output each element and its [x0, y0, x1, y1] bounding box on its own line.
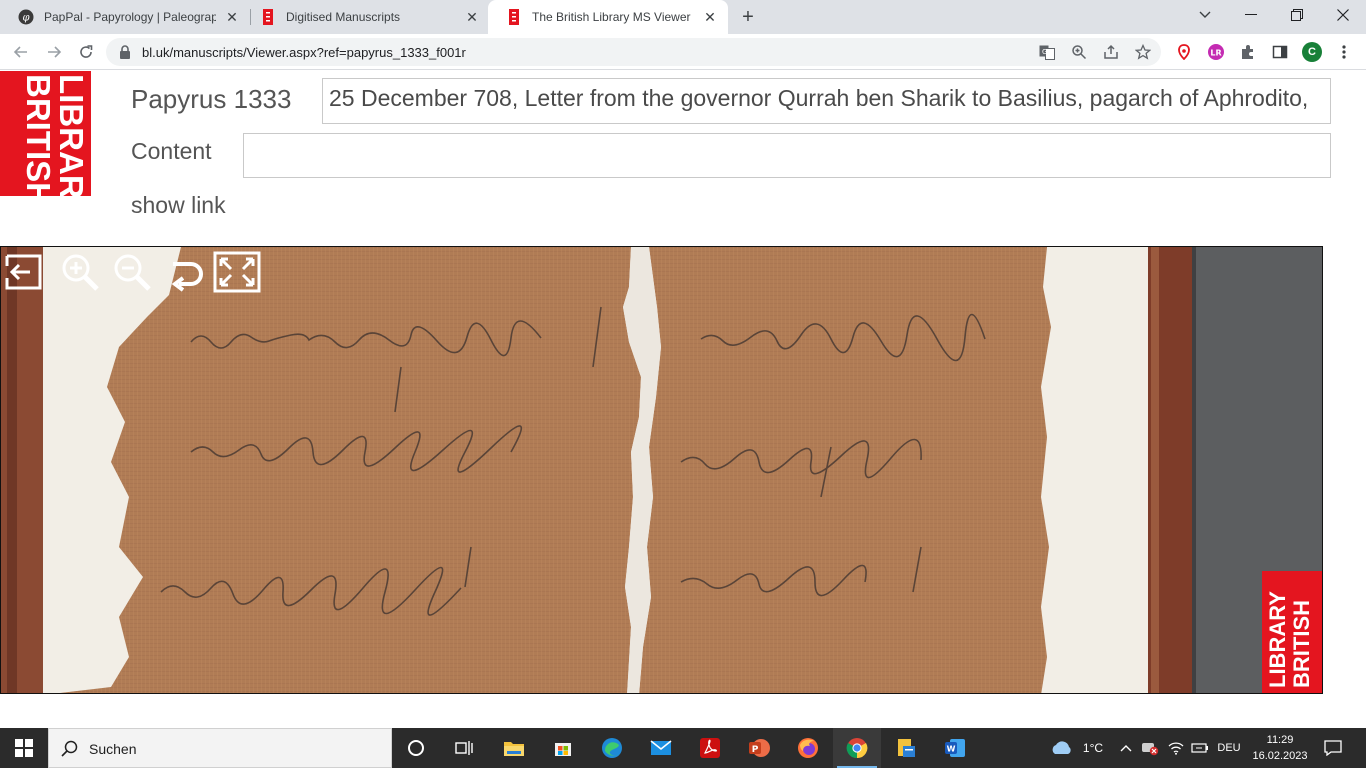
tab-pappal[interactable]: φ PapPal - Papyrology | Paleography ✕: [0, 0, 250, 34]
content-label: Content: [131, 138, 212, 164]
tab-strip: φ PapPal - Papyrology | Paleography ✕ Di…: [0, 0, 1366, 34]
clock[interactable]: 11:29 16.02.2023: [1250, 732, 1310, 764]
zoom-icon[interactable]: [1071, 44, 1087, 60]
british-library-badge: LIBRARY BRITISH: [1262, 571, 1322, 693]
acrobat-icon[interactable]: [686, 728, 734, 768]
weather-temperature[interactable]: 1°C: [1076, 728, 1110, 768]
cortana-icon[interactable]: [392, 728, 440, 768]
url-text: bl.uk/manuscripts/Viewer.aspx?ref=papyru…: [142, 45, 466, 60]
logo-line: BRITISH: [20, 74, 57, 196]
search-placeholder: Suchen: [89, 741, 137, 757]
browser-toolbar: bl.uk/manuscripts/Viewer.aspx?ref=papyru…: [0, 34, 1366, 70]
close-tab-icon[interactable]: ✕: [702, 9, 718, 25]
tab-title: The British Library MS Viewer: [532, 10, 691, 24]
battery-icon[interactable]: [1188, 728, 1212, 768]
badge-line: LIBRARY: [1265, 591, 1290, 688]
address-bar[interactable]: bl.uk/manuscripts/Viewer.aspx?ref=papyru…: [106, 38, 1161, 66]
taskbar-search-box[interactable]: Suchen: [48, 728, 392, 768]
tab-ms-viewer[interactable]: The British Library MS Viewer ✕: [488, 0, 728, 34]
chevron-up-icon[interactable]: [1116, 728, 1136, 768]
tab-digitised-manuscripts[interactable]: Digitised Manuscripts ✕: [242, 0, 490, 34]
tab-title: PapPal - Papyrology | Paleography: [44, 10, 216, 24]
browser-menu-icon[interactable]: [1334, 42, 1354, 62]
svg-text:W: W: [947, 745, 956, 754]
close-tab-icon[interactable]: ✕: [464, 9, 480, 25]
share-icon[interactable]: [1103, 44, 1119, 60]
weather-cloud-icon[interactable]: [1046, 728, 1076, 768]
security-tray-icon[interactable]: [1138, 728, 1162, 768]
windows-start-icon[interactable]: [0, 728, 48, 768]
edge-icon[interactable]: [588, 728, 636, 768]
side-panel-icon[interactable]: [1270, 42, 1290, 62]
wifi-icon[interactable]: [1164, 728, 1188, 768]
tab-title: Digitised Manuscripts: [286, 10, 401, 24]
logo-line: LIBRARY: [53, 74, 90, 196]
input-language[interactable]: DEU: [1212, 728, 1246, 768]
svg-text:G: G: [1042, 48, 1047, 56]
show-link[interactable]: show link: [131, 192, 226, 219]
extension-shield-icon[interactable]: [1174, 42, 1194, 62]
tab-search-icon[interactable]: [1182, 0, 1228, 30]
extension-lr-icon[interactable]: LR: [1206, 42, 1226, 62]
lock-icon[interactable]: [118, 44, 132, 60]
content-field[interactable]: [243, 133, 1331, 178]
forward-icon[interactable]: [42, 40, 66, 64]
restore-icon[interactable]: [1274, 0, 1320, 30]
page-title: Papyrus 1333: [131, 84, 292, 114]
clock-time: 11:29: [1266, 734, 1294, 746]
close-tab-icon[interactable]: ✕: [224, 9, 240, 25]
translate-icon[interactable]: G: [1039, 44, 1055, 60]
svg-text:P: P: [752, 745, 759, 755]
rotate-icon[interactable]: [165, 252, 205, 292]
british-library-favicon: [263, 9, 273, 25]
svg-text:φ: φ: [22, 13, 29, 24]
manuscript-viewer[interactable]: LIBRARY BRITISH: [0, 246, 1323, 694]
british-library-logo[interactable]: LIBRARY BRITISH: [0, 71, 91, 196]
clock-date: 16.02.2023: [1252, 750, 1308, 762]
word-icon[interactable]: W: [931, 728, 979, 768]
title-description-field[interactable]: 25 December 708, Letter from the governo…: [322, 78, 1331, 124]
notification-icon[interactable]: [1318, 728, 1348, 768]
exit-icon[interactable]: [4, 252, 44, 292]
zoom-in-icon[interactable]: [60, 252, 100, 292]
papyrus-image[interactable]: [1, 247, 1323, 694]
bookmark-star-icon[interactable]: [1135, 44, 1151, 60]
badge-line: BRITISH: [1289, 600, 1314, 688]
task-view-icon[interactable]: [440, 728, 488, 768]
firefox-icon[interactable]: [784, 728, 832, 768]
fullscreen-icon[interactable]: [213, 250, 261, 294]
search-icon: [61, 740, 78, 757]
windows-taskbar: Suchen P W 1°C DEU 11:29 16.02.2023: [0, 728, 1366, 768]
file-explorer-pinned-icon[interactable]: [882, 728, 930, 768]
minimize-icon[interactable]: [1228, 0, 1274, 30]
profile-avatar[interactable]: C: [1302, 42, 1322, 62]
back-icon[interactable]: [9, 40, 33, 64]
plus-icon[interactable]: +: [737, 7, 759, 29]
close-window-icon[interactable]: [1320, 0, 1366, 30]
mail-icon[interactable]: [637, 728, 685, 768]
extensions-puzzle-icon[interactable]: [1238, 42, 1258, 62]
chrome-icon[interactable]: [833, 728, 881, 768]
file-explorer-icon[interactable]: [490, 728, 538, 768]
pappal-favicon: φ: [18, 9, 34, 25]
reload-icon[interactable]: [74, 40, 98, 64]
zoom-out-icon[interactable]: [112, 252, 152, 292]
microsoft-store-icon[interactable]: [539, 728, 587, 768]
british-library-favicon: [509, 9, 519, 25]
svg-text:LR: LR: [1210, 49, 1221, 58]
powerpoint-icon[interactable]: P: [735, 728, 783, 768]
